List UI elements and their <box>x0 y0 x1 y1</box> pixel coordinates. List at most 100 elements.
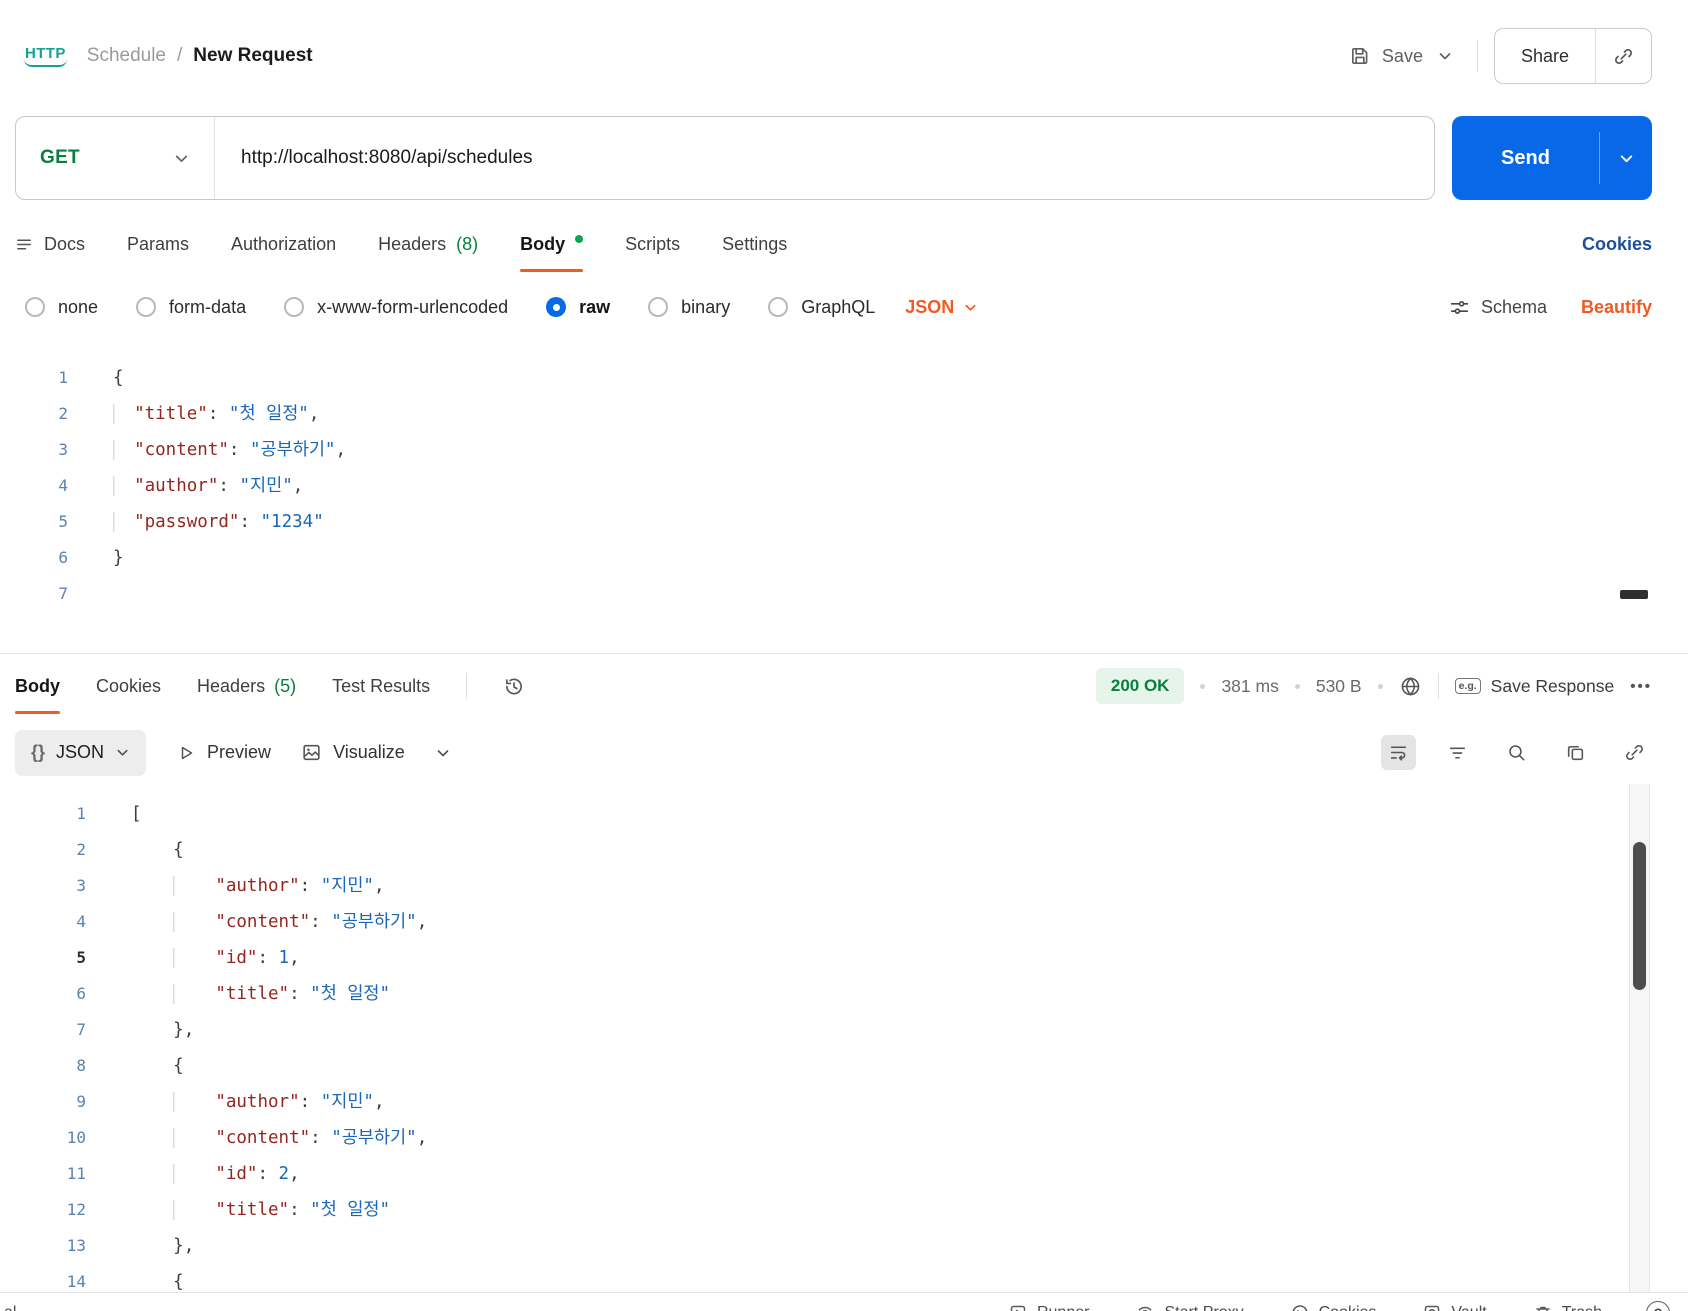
body-modified-dot <box>575 235 584 243</box>
tab-body[interactable]: Body <box>520 216 584 272</box>
radio-selected-icon <box>546 297 567 317</box>
response-tab-headers[interactable]: Headers (5) <box>197 654 296 718</box>
schema-button[interactable]: Schema <box>1449 297 1547 318</box>
line-number: 13 <box>66 1236 86 1255</box>
save-options-chevron[interactable] <box>1429 42 1461 70</box>
response-scrollbar-track[interactable] <box>1629 784 1650 1308</box>
filter-button[interactable] <box>1440 735 1475 770</box>
top-bar: HTTP Schedule / New Request Save Share <box>0 0 1688 112</box>
trash-button[interactable]: Trash <box>1533 1303 1602 1311</box>
help-button[interactable]: ? <box>1646 1300 1670 1311</box>
link-icon <box>1615 48 1632 64</box>
breadcrumb-collection[interactable]: Schedule <box>87 45 166 67</box>
code-line: 5 "password": "1234" <box>0 504 1688 540</box>
http-request-icon: HTTP <box>24 45 67 67</box>
code-text: "title": "첫 일정", <box>68 396 319 432</box>
response-body-viewer[interactable]: 1[2 {3 "author": "지민", 4 "content": "공부하기… <box>0 784 1688 1308</box>
tab-params[interactable]: Params <box>127 216 189 272</box>
play-icon <box>176 743 196 763</box>
share-button-group: Share <box>1493 28 1652 84</box>
language-dropdown[interactable]: JSON <box>905 297 978 318</box>
visualize-options-chevron[interactable] <box>435 745 451 761</box>
tab-settings[interactable]: Settings <box>722 216 787 272</box>
format-label: JSON <box>56 742 105 762</box>
globe-icon <box>1401 676 1419 696</box>
send-button[interactable]: Send <box>1452 116 1599 200</box>
code-text: { <box>173 840 184 860</box>
share-button[interactable]: Share <box>1495 29 1595 83</box>
tab-headers[interactable]: Headers (8) <box>378 216 478 272</box>
body-type-binary[interactable]: binary <box>648 297 730 318</box>
vault-button[interactable]: Vault <box>1422 1303 1487 1311</box>
response-tabs: Body Cookies Headers (5) Test Results 20… <box>15 654 1652 718</box>
code-text: { <box>173 1056 184 1076</box>
more-options-button[interactable]: ••• <box>1630 678 1652 695</box>
send-options-chevron[interactable] <box>1600 116 1652 200</box>
start-proxy-button[interactable]: Start Proxy <box>1135 1303 1244 1311</box>
body-type-form-data[interactable]: form-data <box>136 297 246 318</box>
save-button[interactable]: Save <box>1349 45 1423 67</box>
url-input[interactable]: http://localhost:8080/api/schedules <box>215 147 1434 169</box>
network-info-button[interactable] <box>1399 675 1422 698</box>
code-line: 9 "author": "지민", <box>0 1084 1688 1120</box>
line-number: 8 <box>76 1056 86 1075</box>
link-button[interactable] <box>1617 735 1652 770</box>
body-type-raw[interactable]: raw <box>546 297 610 318</box>
save-response-button[interactable]: e.g. Save Response <box>1454 675 1615 697</box>
code-line: 4 "content": "공부하기", <box>0 904 1688 940</box>
line-number: 10 <box>66 1128 86 1147</box>
radio-icon <box>284 297 305 317</box>
code-text: "title": "첫 일정" <box>86 976 390 1012</box>
cookies-button[interactable]: Cookies <box>1290 1303 1376 1311</box>
status-divider <box>1437 673 1439 699</box>
copy-link-button[interactable] <box>1596 29 1651 83</box>
status-badge[interactable]: 200 OK <box>1095 668 1185 704</box>
response-time[interactable]: 381 ms <box>1221 676 1278 697</box>
line-number: 9 <box>76 1092 86 1111</box>
search-button[interactable] <box>1499 735 1534 770</box>
tab-docs[interactable]: Docs <box>15 216 85 272</box>
footer-left-partial-text: al <box>4 1304 16 1311</box>
response-history-button[interactable] <box>503 675 525 697</box>
response-tabs-divider <box>466 673 468 699</box>
response-tab-test-results[interactable]: Test Results <box>332 654 430 718</box>
filter-icon <box>1449 747 1466 759</box>
runner-button[interactable]: Runner <box>1008 1303 1089 1311</box>
wrap-text-button[interactable] <box>1381 735 1416 770</box>
response-headers-count: (5) <box>274 675 297 696</box>
response-toolbar: {} JSON Preview Visualize <box>15 721 1652 784</box>
separator-dot <box>1377 683 1383 689</box>
request-editor-scrollbar-thumb[interactable] <box>1620 590 1648 599</box>
copy-icon <box>1567 745 1584 761</box>
body-type-graphql[interactable]: GraphQL <box>768 297 875 318</box>
tab-authorization[interactable]: Authorization <box>231 216 336 272</box>
preview-label: Preview <box>207 742 272 762</box>
code-line: 6} <box>0 540 1688 576</box>
docs-icon <box>15 235 34 254</box>
response-tab-cookies[interactable]: Cookies <box>96 654 161 718</box>
response-format-dropdown[interactable]: {} JSON <box>15 729 147 776</box>
preview-button[interactable]: Preview <box>176 742 271 763</box>
method-selector[interactable]: GET <box>16 117 214 199</box>
response-size[interactable]: 530 B <box>1316 676 1362 697</box>
body-type-x-www-form-urlencoded[interactable]: x-www-form-urlencoded <box>284 297 508 318</box>
separator-dot <box>1200 683 1206 689</box>
code-line: 10 "content": "공부하기", <box>0 1120 1688 1156</box>
tab-scripts[interactable]: Scripts <box>625 216 680 272</box>
response-tab-body[interactable]: Body <box>15 654 60 718</box>
breadcrumb: Schedule / New Request <box>87 45 313 67</box>
breadcrumb-separator: / <box>177 45 183 66</box>
beautify-button[interactable]: Beautify <box>1581 297 1652 318</box>
chevron-down-icon <box>115 745 130 760</box>
tab-label: Docs <box>44 233 86 254</box>
save-response-label: Save Response <box>1490 675 1615 696</box>
copy-button[interactable] <box>1558 735 1593 770</box>
line-number: 3 <box>76 876 86 895</box>
visualize-button[interactable]: Visualize <box>301 742 405 763</box>
tab-label: Settings <box>722 233 788 254</box>
response-scrollbar-thumb[interactable] <box>1633 842 1646 990</box>
cookies-link[interactable]: Cookies <box>1582 234 1652 255</box>
body-type-none[interactable]: none <box>25 297 98 318</box>
request-title[interactable]: New Request <box>193 45 312 67</box>
request-body-editor[interactable]: 1{2 "title": "첫 일정", 3 "content": "공부하기",… <box>0 338 1688 654</box>
